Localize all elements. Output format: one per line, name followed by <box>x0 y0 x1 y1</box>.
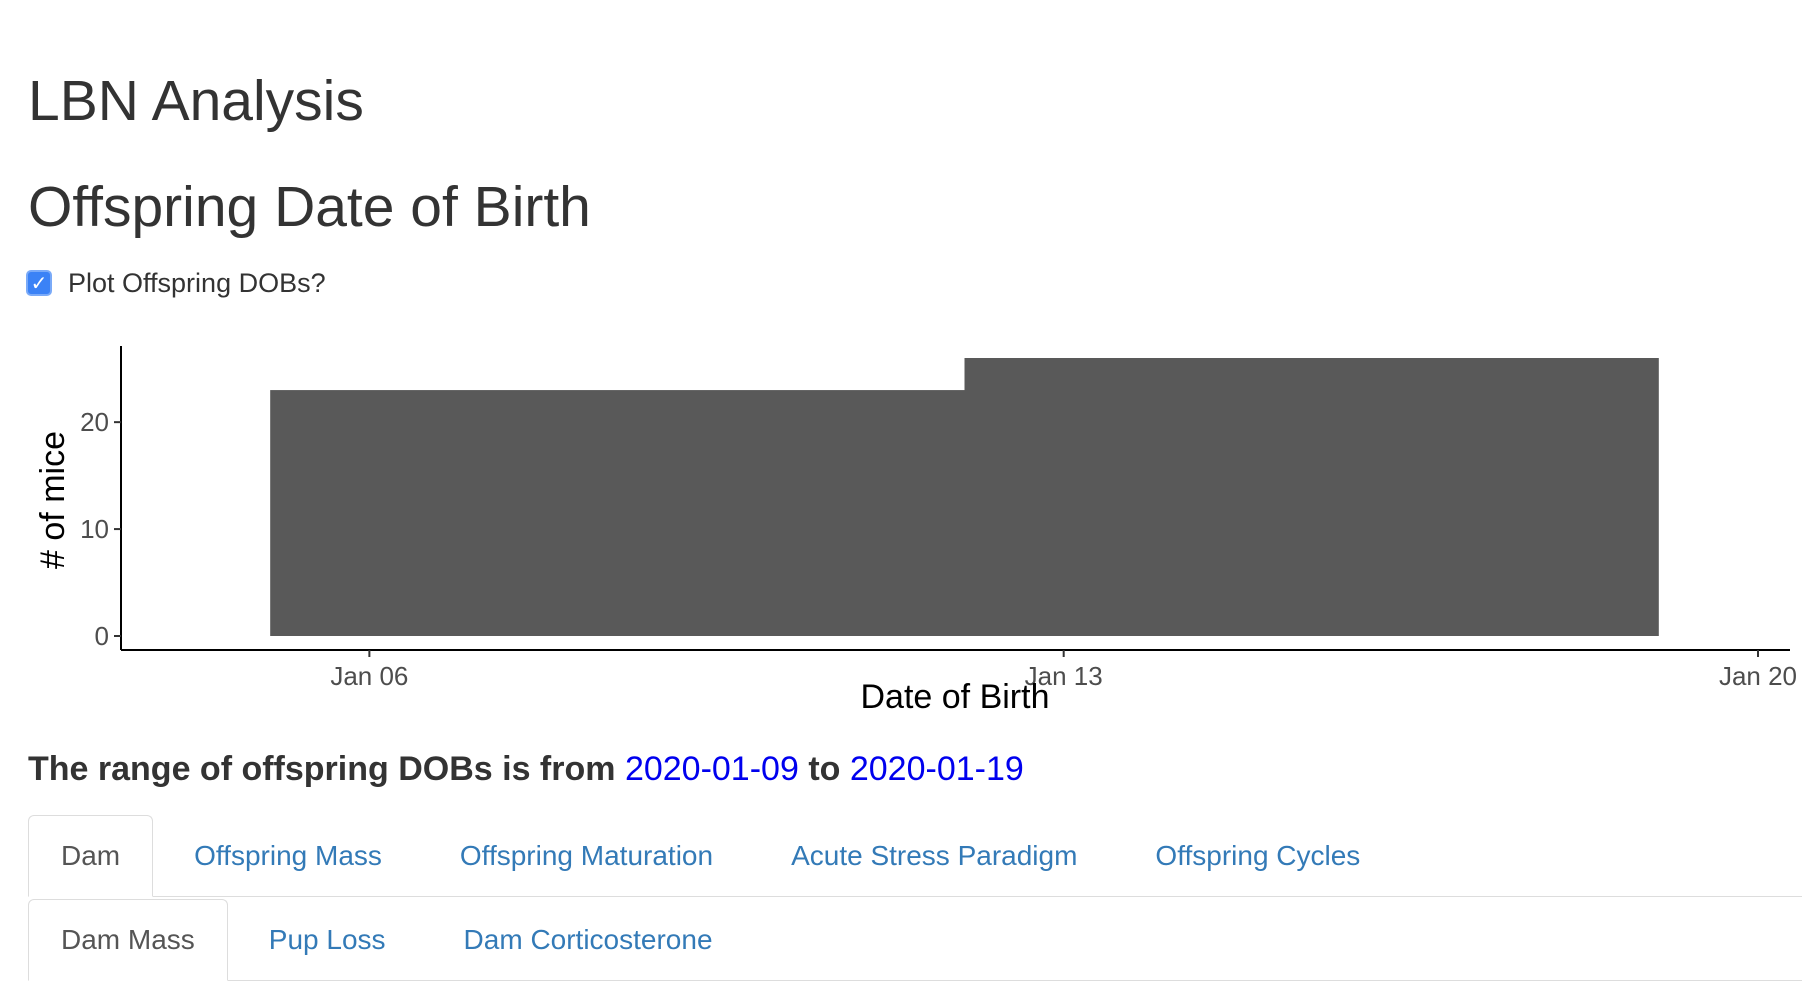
tab-offspring-mass[interactable]: Offspring Mass <box>157 816 419 896</box>
tab-offspring-maturation[interactable]: Offspring Maturation <box>423 816 750 896</box>
dob-range-summary: The range of offspring DOBs is from 2020… <box>28 750 1024 789</box>
x-tick-label: Jan 20 <box>1719 661 1797 691</box>
range-prefix: The range of offspring DOBs is from <box>28 750 616 788</box>
app-title: LBN Analysis <box>28 69 364 133</box>
section-title: Offspring Date of Birth <box>28 175 591 239</box>
dob-histogram: 0 10 20 Jan 06 Jan 13 Jan 20 Date of Birth #… <box>0 330 1802 730</box>
secondary-tabs: Dam Mass Pup Loss Dam Corticosterone <box>28 899 1802 981</box>
tab-dam-mass[interactable]: Dam Mass <box>28 899 228 981</box>
tab-acute-stress-paradigm[interactable]: Acute Stress Paradigm <box>754 816 1114 896</box>
dob-histogram-svg: 01020 Jan 06 Jan 13 Jan 20 Date of Birth #… <box>34 346 1797 716</box>
tab-pup-loss[interactable]: Pup Loss <box>232 900 423 980</box>
primary-tabs: Dam Offspring Mass Offspring Maturation … <box>28 815 1802 897</box>
range-to-date: 2020-01-19 <box>849 750 1024 788</box>
tab-dam-corticosterone[interactable]: Dam Corticosterone <box>427 900 750 980</box>
plot-dobs-checkbox[interactable]: ✓ <box>26 270 52 296</box>
x-axis-title: Date of Birth <box>861 678 1050 716</box>
histogram-bar <box>270 390 965 636</box>
tab-offspring-cycles[interactable]: Offspring Cycles <box>1118 816 1397 896</box>
checkmark-icon: ✓ <box>30 271 48 295</box>
y-axis-title: # of mice <box>34 431 72 569</box>
range-from-date: 2020-01-09 <box>624 750 799 788</box>
x-tick-label: Jan 06 <box>330 661 408 691</box>
plot-dobs-checkbox-row[interactable]: ✓ Plot Offspring DOBs? <box>26 266 326 300</box>
y-tick-label: 20 <box>80 407 109 437</box>
page: LBN Analysis Offspring Date of Birth ✓ P… <box>0 0 1802 1000</box>
plot-dobs-label: Plot Offspring DOBs? <box>68 267 326 298</box>
range-joiner: to <box>808 750 841 788</box>
y-tick-label: 0 <box>95 621 109 651</box>
histogram-bar <box>964 358 1659 636</box>
tab-dam[interactable]: Dam <box>28 815 154 897</box>
y-tick-label: 10 <box>80 514 109 544</box>
